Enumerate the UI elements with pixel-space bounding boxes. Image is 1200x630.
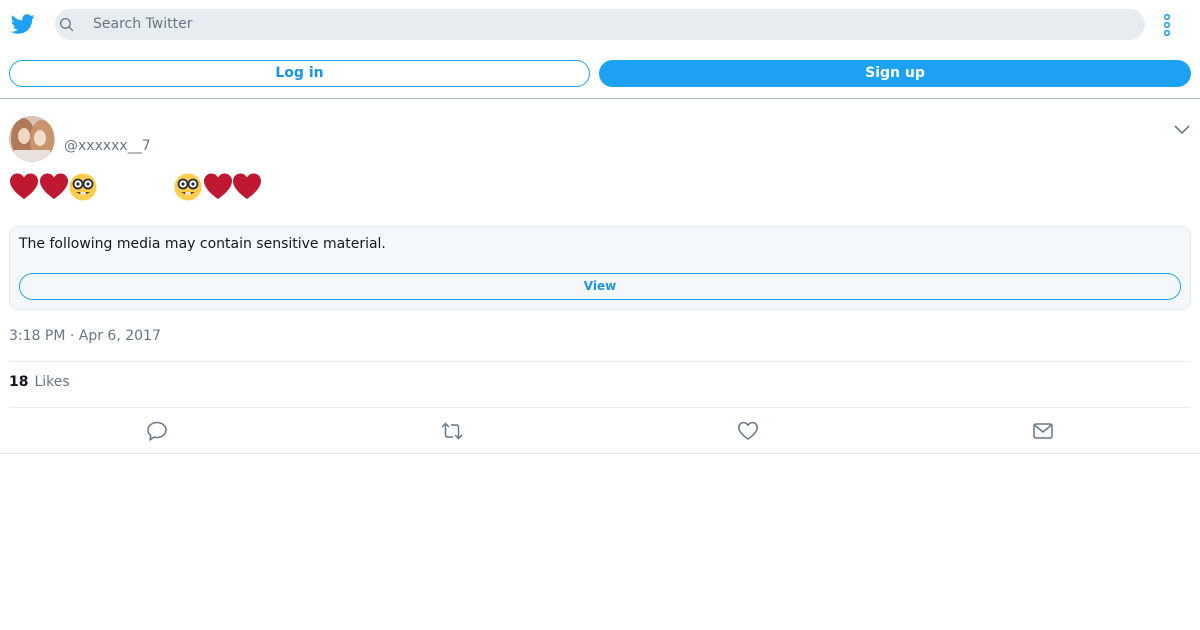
auth-row: Log in Sign up — [0, 60, 1200, 88]
nerd-face-icon — [69, 173, 97, 201]
divider — [0, 453, 1200, 454]
search-icon — [59, 17, 74, 32]
top-bar: Search Twitter — [0, 0, 1200, 48]
reply-icon[interactable] — [146, 420, 168, 442]
twitter-bird-icon[interactable] — [10, 12, 36, 36]
red-heart-icon — [10, 173, 38, 199]
avatar-image — [9, 116, 55, 162]
view-media-button[interactable]: View — [19, 273, 1181, 300]
nerd-face-icon — [174, 173, 202, 201]
chevron-down-icon[interactable] — [1173, 122, 1191, 136]
retweet-icon[interactable] — [441, 420, 463, 442]
signup-button[interactable]: Sign up — [599, 60, 1191, 87]
red-heart-icon — [233, 173, 261, 199]
login-button[interactable]: Log in — [9, 60, 590, 87]
search-input[interactable]: Search Twitter — [93, 16, 192, 32]
search-box[interactable]: Search Twitter — [55, 9, 1145, 40]
sensitive-media-notice: The following media may contain sensitiv… — [9, 226, 1191, 310]
share-icon[interactable] — [1032, 420, 1054, 442]
likes-stat[interactable]: 18 Likes — [9, 374, 70, 390]
header-divider — [0, 98, 1200, 99]
tweet-timestamp[interactable]: 3:18 PM · Apr 6, 2017 — [9, 328, 161, 344]
sensitive-media-message: The following media may contain sensitiv… — [19, 236, 386, 252]
more-vertical-icon[interactable] — [1158, 12, 1176, 38]
like-icon[interactable] — [737, 420, 759, 442]
likes-label: Likes — [34, 374, 70, 390]
divider — [9, 361, 1191, 362]
red-heart-icon — [40, 173, 68, 199]
red-heart-icon — [204, 173, 232, 199]
divider — [9, 407, 1191, 408]
likes-count: 18 — [9, 374, 29, 390]
user-handle[interactable]: @xxxxxx__7 — [64, 138, 151, 154]
avatar[interactable] — [9, 116, 55, 162]
